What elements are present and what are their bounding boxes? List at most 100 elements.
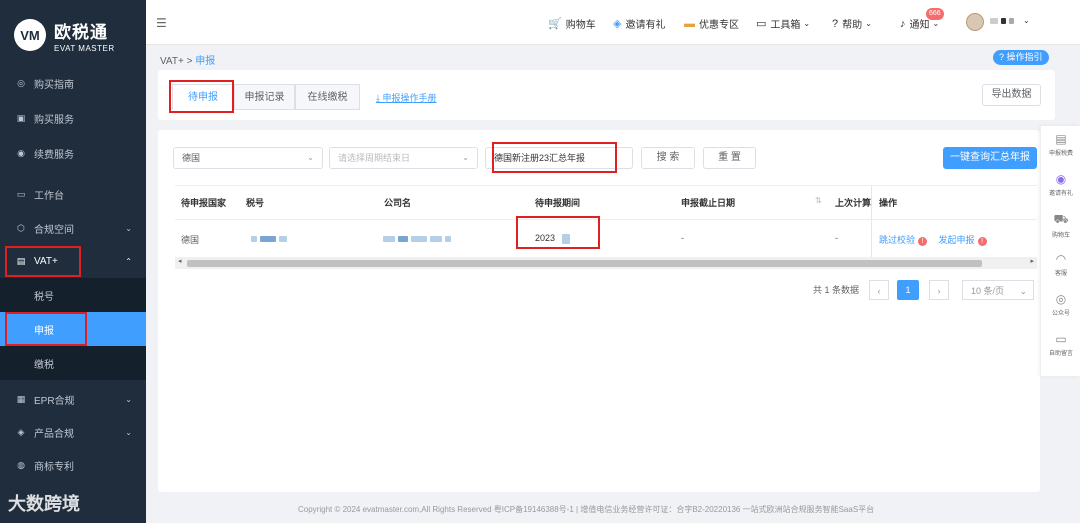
cell-country: 德国 [181,235,200,245]
column-header-country: 待申报国家 [181,198,227,208]
help-icon: ? [832,17,839,30]
help-button[interactable]: ? 帮助 ⌄ [832,16,872,32]
export-button[interactable]: 导出数据 [982,84,1041,106]
sidebar-item-compliance-space[interactable]: ⬡ 合规空间 ⌄ [0,211,146,245]
sidebar-item-label: EPR合规 [34,395,75,407]
sidebar-item-label: 购买服务 [34,114,74,126]
promo-label: 优惠专区 [699,20,739,31]
tab-online-pay[interactable]: 在线缴税 [295,84,360,110]
manual-link[interactable]: ⤓ 申报操作手册 [376,91,437,104]
cell-actions: 跳过校验! 发起申报! [879,233,987,246]
period-select[interactable]: 请选择周期结束日 ⌄ [329,147,478,169]
dock-label: 公众号 [1051,311,1070,317]
breadcrumb-sep: > [186,56,193,67]
sidebar-item-product-compliance[interactable]: ◈ 产品合规 ⌄ [0,415,146,449]
dock-wechat[interactable]: ◎ 公众号 [1041,292,1080,317]
dock-invite[interactable]: ◉ 邀请有礼 [1041,172,1080,197]
breadcrumb-root[interactable]: VAT+ [160,56,184,67]
toolbox-label: 工具箱 [770,20,801,31]
column-header-tax-number: 税号 [246,198,265,208]
horizontal-scrollbar[interactable]: ◂ ▸ [175,257,1037,269]
period-placeholder: 请选择周期结束日 [338,153,411,163]
table-border-top [175,185,1037,186]
sidebar-item-pay-tax[interactable]: 缴税 [0,346,146,380]
sidebar-item-buy-service[interactable]: ▣ 购买服务 [0,101,146,135]
page-1-button[interactable]: 1 [897,280,919,300]
sidebar-item-label: 购买指南 [34,79,74,91]
country-value: 德国 [182,153,201,163]
cell-deadline: - [681,233,684,243]
dock-label: 客服 [1054,271,1067,277]
right-dock: ▤ 申报税费 ◉ 邀请有礼 ⛟ 购物车 ◠ 客服 ◎ 公众号 ▭ 自助留言 [1040,126,1080,376]
notify-badge: 666 [926,8,944,20]
column-header-action: 操作 [879,198,898,208]
sidebar-item-renew-service[interactable]: ◉ 续费服务 [0,136,146,170]
prev-page-button[interactable]: ‹ [869,280,889,300]
chevron-down-icon: ⌄ [1023,16,1030,25]
sidebar-item-purchase-guide[interactable]: ◎ 购买指南 [0,66,146,100]
dock-message[interactable]: ▭ 自助留言 [1041,332,1080,357]
badge-icon: ◍ [17,459,25,470]
calculator-icon: ▤ [1055,132,1067,146]
breadcrumb-current: 申报 [195,56,216,67]
cell-tax-number-redacted [251,233,290,243]
username-redacted [1009,17,1014,24]
ticket-icon: ▬ [684,17,695,30]
reset-button[interactable]: 重 置 [703,147,756,169]
chevron-down-icon: ⌄ [307,153,314,162]
chevron-down-icon: ⌄ [125,427,132,437]
pagination-total: 共 1 条数据 [813,285,860,295]
chevron-down-icon: ⌄ [462,153,469,162]
search-button[interactable]: 搜 索 [641,147,695,169]
chevron-up-icon: ⌃ [125,256,132,266]
hamburger-icon[interactable]: ☰ [156,16,167,30]
cube-icon: ⬡ [17,222,25,233]
scroll-right-icon[interactable]: ▸ [1030,257,1034,265]
sidebar-item-label: 工作台 [34,190,64,202]
page-size-select[interactable]: 10 条/页 ⌄ [962,280,1034,300]
sidebar-item-label: 续费服务 [34,149,74,161]
dock-service[interactable]: ◠ 客服 [1041,252,1080,277]
sidebar-item-workbench[interactable]: ▭ 工作台 [0,177,146,211]
batch-query-button[interactable]: 一键查询汇总年报 [943,147,1037,169]
column-header-company: 公司名 [384,198,412,208]
notify-label: 通知 [909,20,930,31]
cart-button[interactable]: 🛒 购物车 [548,16,596,31]
skip-check-link[interactable]: 跳过校验 [879,235,915,245]
sidebar-item-trademark[interactable]: ◍ 商标专利 [0,448,146,482]
cell-company-redacted [383,233,454,243]
sidebar-item-epr[interactable]: ▦ EPR合规 ⌄ [0,382,146,416]
doc-icon: ▦ [16,393,26,404]
logo-name: 欧税通 [54,22,108,42]
dock-label: 购物车 [1051,233,1070,239]
guide-button[interactable]: ? 操作指引 [993,50,1049,65]
column-header-deadline: 申报截止日期 [681,198,736,208]
highlight-vat-plus [5,246,81,277]
user-menu[interactable]: ⌄ [990,16,1030,25]
scrollbar-thumb[interactable] [187,260,982,267]
highlight-company-input [492,142,617,173]
invite-button[interactable]: ◈ 邀请有礼 [613,16,665,31]
cell-last-calc: - [835,233,838,243]
sidebar-item-tax-number[interactable]: 税号 [0,278,146,312]
avatar[interactable] [966,13,984,31]
sort-icon[interactable]: ⇅ [815,196,822,205]
logo[interactable]: VM 欧税通 EVAT MASTER [0,0,146,70]
dock-cart[interactable]: ⛟ 购物车 [1041,212,1080,239]
toolbox-button[interactable]: ▭ 工具箱 ⌄ [756,16,810,31]
shield-icon: ◈ [17,426,25,437]
start-declare-link[interactable]: 发起申报 [939,235,975,245]
next-page-button[interactable]: › [929,280,949,300]
scroll-left-icon[interactable]: ◂ [178,257,182,265]
promo-button[interactable]: ▬ 优惠专区 [684,16,739,32]
tab-records[interactable]: 申报记录 [234,84,295,110]
toolbox-icon: ▭ [756,18,767,30]
gift-icon: ◈ [613,18,622,30]
invite-label: 邀请有礼 [625,20,666,31]
sidebar-item-label: 税号 [34,291,54,303]
country-select[interactable]: 德国 ⌄ [173,147,323,169]
column-header-last-calc: 上次计算 [835,198,872,208]
sidebar-item-label: 商标专利 [34,461,74,473]
dock-declare-fee[interactable]: ▤ 申报税费 [1041,132,1080,157]
footer: Copyright © 2024 evatmaster.com,All Righ… [298,505,875,514]
